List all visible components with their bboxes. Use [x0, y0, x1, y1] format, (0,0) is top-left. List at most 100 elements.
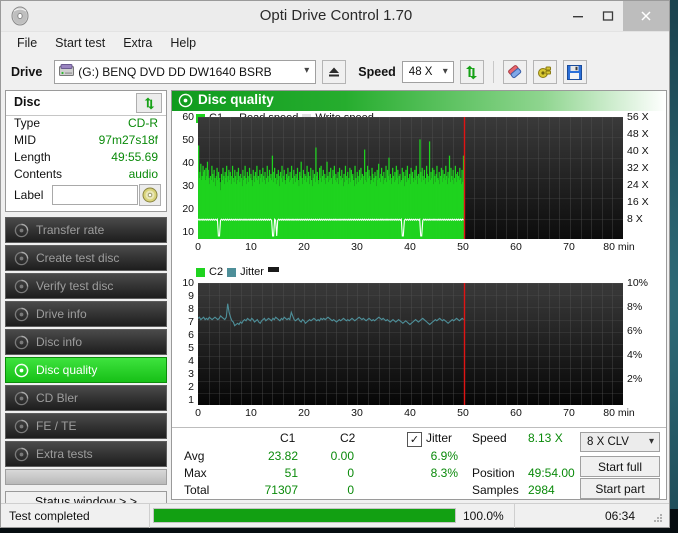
refresh-icon: [144, 97, 154, 109]
jitter-checkbox[interactable]: ✓: [407, 432, 422, 447]
disc-label-key: Label: [14, 188, 44, 202]
save-button[interactable]: [562, 60, 587, 84]
stats-samples-value: 2984: [528, 483, 555, 497]
menu-extra[interactable]: Extra: [115, 34, 160, 52]
sidebar-item-label: FE / TE: [36, 419, 77, 433]
sidebar-item-drive-info[interactable]: Drive info: [5, 301, 167, 327]
stats-panel: C1 C2 ✓ Jitter Avg 23.82 0.00 6.9% Max 5…: [172, 427, 666, 499]
erase-button[interactable]: [502, 60, 527, 84]
stats-samples-label: Samples: [472, 483, 519, 497]
disc-icon: [9, 335, 33, 350]
eject-button[interactable]: [322, 60, 347, 84]
minimize-button[interactable]: [563, 1, 593, 31]
nav-list: Transfer rate Create test disc Verify te…: [5, 217, 167, 485]
chart2-xtick: 0: [195, 407, 201, 419]
chart2-ytick: 6: [188, 329, 194, 341]
stats-avg-c2: 0.00: [330, 449, 354, 463]
chart1-plot-area: [198, 117, 623, 239]
disc-row-value: 49:55.69: [111, 150, 158, 164]
legend-label-jitter: Jitter: [240, 266, 264, 278]
chevron-down-icon: ▾: [304, 65, 310, 76]
clv-value: 8 X CLV: [587, 436, 629, 448]
plot1-canvas: [198, 117, 623, 239]
status-text: Test completed: [9, 509, 90, 523]
nav-spacer: [5, 469, 167, 485]
sidebar-item-cd-bler[interactable]: CD Bler: [5, 385, 167, 411]
legend-label-c2: C2: [209, 266, 224, 278]
menu-help[interactable]: Help: [162, 34, 204, 52]
chart2-ytick: 7: [188, 316, 194, 328]
write-strategy-select[interactable]: 8 X CLV ▾: [580, 432, 660, 452]
refresh-icon: [466, 65, 478, 79]
chart1-xtick: 30: [351, 241, 363, 253]
plug-button[interactable]: [532, 60, 557, 84]
status-separator: [149, 504, 150, 528]
sidebar-item-disc-quality[interactable]: Disc quality: [5, 357, 167, 383]
disc-row-key: Type: [14, 116, 41, 130]
disc-icon: [9, 251, 33, 266]
c1-bars: [198, 139, 465, 239]
start-part-button[interactable]: Start part: [580, 478, 660, 499]
chart2-xtick: 30: [351, 407, 363, 419]
disc-icon: [9, 223, 33, 238]
chart1-y2tick: 8 X: [627, 213, 643, 225]
speed-value: 48 X: [408, 66, 433, 78]
sidebar-item-extra-tests[interactable]: Extra tests: [5, 441, 167, 467]
chart2-xtick: 40: [404, 407, 416, 419]
stats-max-jitter: 8.3%: [430, 466, 458, 480]
sidebar-item-label: Disc quality: [36, 363, 98, 377]
sidebar-item-fe-te[interactable]: FE / TE: [5, 413, 167, 439]
legend-swatch-extra: [267, 266, 279, 272]
disc-label-input[interactable]: [52, 185, 138, 205]
legend-swatch-c2: [196, 267, 205, 277]
stats-row-label-total: Total: [184, 483, 210, 497]
sidebar-item-disc-info[interactable]: Disc info: [5, 329, 167, 355]
sidebar-item-label: Verify test disc: [36, 279, 114, 293]
resize-grip[interactable]: [652, 512, 664, 524]
drive-select[interactable]: (G:) BENQ DVD DD DW1640 BSRB ▾: [54, 60, 317, 84]
chart2-xtick: 70: [563, 407, 575, 419]
drive-label: Drive: [11, 65, 43, 79]
sidebar-item-label: Disc info: [36, 335, 83, 349]
c1-read-speed-chart: C1 Read speed Write speed 60 50 40 30 20…: [172, 111, 666, 271]
disc-panel-header: Disc: [6, 91, 166, 116]
speed-label: Speed: [358, 65, 396, 79]
stats-speed-value: 8.13 X: [528, 431, 563, 445]
disc-icon: [9, 363, 33, 378]
disc-icon: [9, 447, 33, 462]
sidebar-item-label: Transfer rate: [36, 223, 105, 237]
stats-avg-jitter: 6.9%: [430, 449, 458, 463]
stats-max-c2: 0: [347, 466, 354, 480]
chart2-ytick: 1: [188, 394, 194, 406]
title-bar: Opti Drive Control 1.70: [1, 1, 669, 32]
speed-select[interactable]: 48 X ▾: [401, 61, 454, 83]
chart1-xtick: 20: [298, 241, 310, 253]
sidebar-item-label: Create test disc: [36, 251, 120, 265]
menu-file[interactable]: File: [9, 34, 45, 52]
sidebar-item-create-test-disc[interactable]: Create test disc: [5, 245, 167, 271]
menu-start-test[interactable]: Start test: [47, 34, 113, 52]
start-full-button[interactable]: Start full: [580, 456, 660, 477]
close-button[interactable]: [623, 1, 669, 31]
c2-jitter-chart: C2 Jitter 10 9 8 7 6 5 4 3 2 1 10% 8% 6%: [172, 266, 666, 426]
disc-label-button[interactable]: [139, 184, 161, 206]
progress-bar-fill: [154, 509, 455, 522]
chevron-down-icon: ▾: [442, 66, 448, 77]
sidebar-item-transfer-rate[interactable]: Transfer rate: [5, 217, 167, 243]
chart1-y2tick: 56 X: [627, 111, 649, 123]
chevron-down-icon: ▾: [648, 436, 654, 447]
sidebar-item-label: Drive info: [36, 307, 87, 321]
maximize-button[interactable]: [593, 1, 623, 31]
disc-icon: [9, 391, 33, 406]
toolbar-separator: [492, 61, 494, 83]
refresh-button[interactable]: [459, 60, 484, 84]
stats-total-c2: 0: [347, 483, 354, 497]
disc-refresh-button[interactable]: [136, 93, 162, 113]
sidebar-item-verify-test-disc[interactable]: Verify test disc: [5, 273, 167, 299]
disc-quality-panel: Disc quality C1 Read speed Write speed 6…: [171, 90, 667, 500]
disc-row-length: Length 49:55.69: [6, 150, 166, 167]
jitter-label: Jitter: [426, 431, 453, 445]
chart2-legend: C2 Jitter: [196, 266, 279, 278]
page-title: Disc quality: [198, 92, 274, 107]
disc-panel-title: Disc: [14, 95, 41, 109]
